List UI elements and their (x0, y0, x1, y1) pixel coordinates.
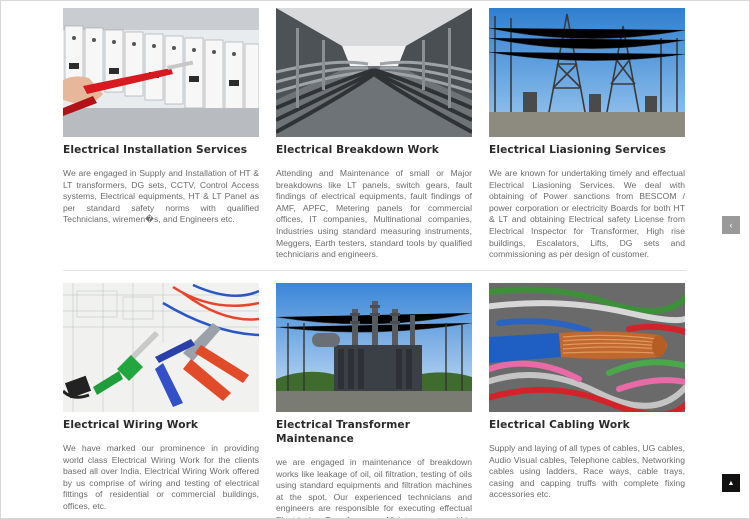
section-divider (63, 270, 687, 271)
service-image-wiring (63, 283, 259, 412)
chevron-left-icon: ‹ (729, 220, 733, 230)
cable-tray-corridor-photo (276, 8, 472, 137)
service-title: Electrical Cabling Work (489, 419, 630, 431)
service-image-installation (63, 8, 259, 137)
service-title: Electrical Liasioning Services (489, 144, 667, 156)
switchgear-panel-photo (63, 8, 259, 137)
service-card-breakdown: Electrical Breakdown Work Attending and … (276, 8, 472, 259)
back-to-top-button[interactable]: ▲ (722, 474, 740, 492)
service-description: We are engaged in Supply and Installatio… (63, 168, 259, 225)
service-title: Electrical Wiring Work (63, 419, 199, 431)
service-title: Electrical Transformer Maintenance (276, 419, 411, 445)
chevron-up-icon: ▲ (727, 479, 735, 487)
service-card-liasioning: Electrical Liasioning Services We are kn… (489, 8, 685, 259)
transformer-photo (276, 283, 472, 412)
side-nav-button[interactable]: ‹ (722, 216, 740, 234)
service-card-installation: Electrical Installation Services We are … (63, 8, 259, 254)
service-description: We are known for undertaking timely and … (489, 168, 685, 260)
service-image-liasioning (489, 8, 685, 137)
services-row-1: Electrical Installation Services We are … (63, 8, 687, 259)
service-card-cabling: Electrical Cabling Work Supply and layin… (489, 283, 685, 519)
service-title: Electrical Installation Services (63, 144, 248, 156)
service-title: Electrical Breakdown Work (276, 144, 439, 156)
service-description: we are engaged in maintenance of breakdo… (276, 457, 472, 519)
service-image-transformer (276, 283, 472, 412)
copper-cables-photo (489, 283, 685, 412)
service-description: We have marked our prominence in providi… (63, 443, 259, 511)
services-row-2: Electrical Wiring Work We have marked ou… (63, 283, 687, 519)
substation-photo (489, 8, 685, 137)
service-card-wiring: Electrical Wiring Work We have marked ou… (63, 283, 259, 519)
services-grid: Electrical Installation Services We are … (63, 8, 687, 519)
service-image-breakdown (276, 8, 472, 137)
service-image-cabling (489, 283, 685, 412)
service-description: Attending and Maintenance of small or Ma… (276, 168, 472, 260)
service-description: Supply and laying of all types of cables… (489, 443, 685, 500)
service-card-transformer: Electrical Transformer Maintenance we ar… (276, 283, 472, 519)
wiring-tools-blueprint-photo (63, 283, 259, 412)
